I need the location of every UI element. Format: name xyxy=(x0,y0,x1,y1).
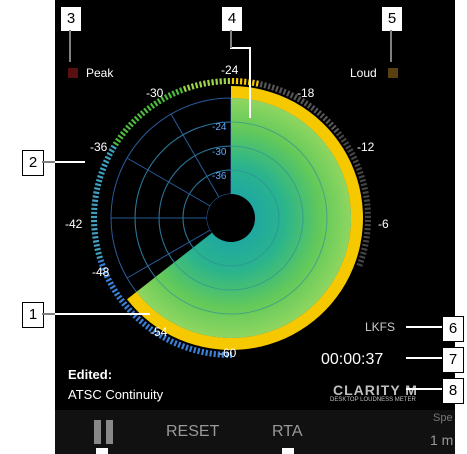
callout-leaders xyxy=(42,30,442,390)
